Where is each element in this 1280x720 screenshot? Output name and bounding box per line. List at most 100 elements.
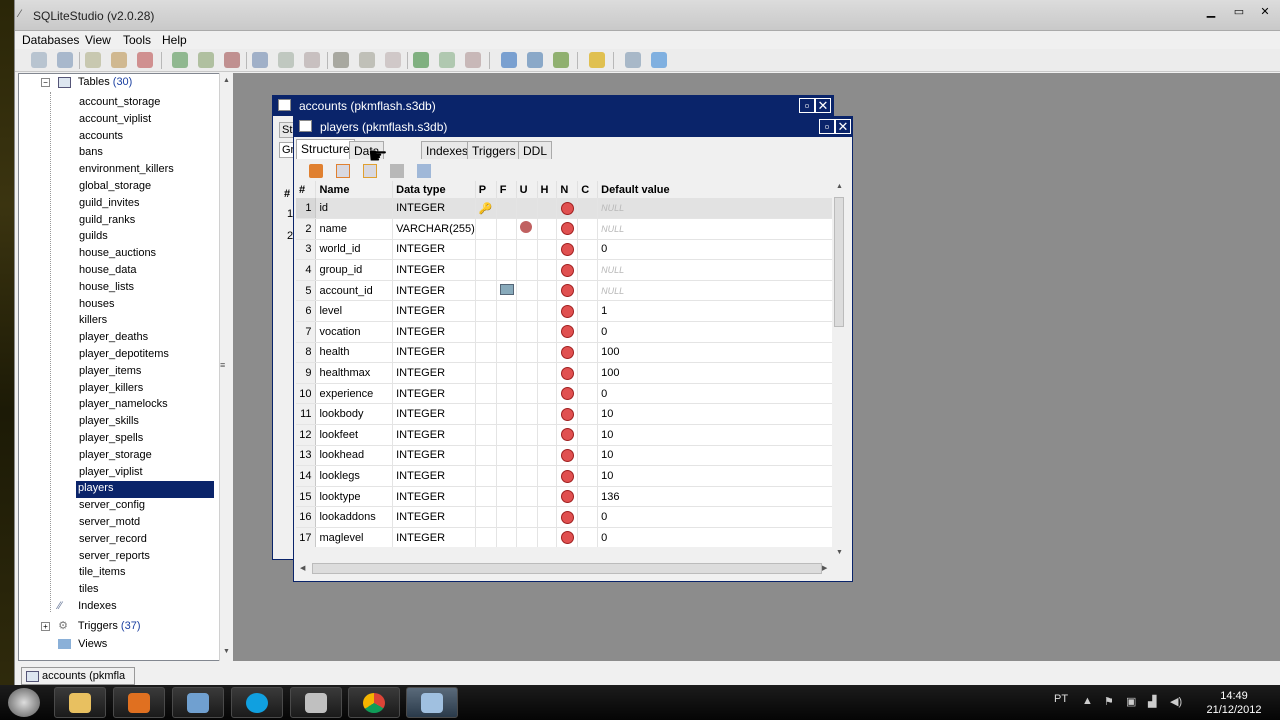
default-value-cell[interactable]: 0 (597, 527, 834, 547)
column-name-cell[interactable]: lookaddons (315, 506, 394, 528)
tree-table-environment-killers[interactable]: environment_killers (77, 162, 176, 179)
column-type-cell[interactable]: INTEGER (392, 506, 476, 528)
grid-vertical-scrollbar[interactable]: ▲ ▼ (832, 181, 848, 561)
unique-cell[interactable] (516, 445, 538, 467)
unique-cell[interactable] (516, 362, 538, 384)
new-index-icon[interactable] (252, 52, 268, 68)
edit-db-icon[interactable] (111, 52, 127, 68)
col-header-check[interactable]: H (537, 181, 558, 198)
check-cell[interactable] (537, 321, 558, 343)
column-name-cell[interactable]: vocation (315, 321, 394, 343)
tree-table-houses[interactable]: houses (77, 297, 116, 314)
column-type-cell[interactable]: INTEGER (392, 424, 476, 446)
menu-help[interactable]: Help (162, 33, 187, 47)
tree-table-house-data[interactable]: house_data (77, 263, 139, 280)
about-icon[interactable] (651, 52, 667, 68)
column-type-cell[interactable]: INTEGER (392, 486, 476, 508)
scroll-down-arrow-icon[interactable]: ▼ (223, 648, 230, 655)
unique-cell[interactable] (516, 383, 538, 405)
sql-editor-icon[interactable] (589, 52, 605, 68)
unique-cell[interactable] (516, 342, 538, 364)
export-icon[interactable] (553, 52, 569, 68)
collate-cell[interactable] (577, 198, 599, 220)
column-type-cell[interactable]: INTEGER (392, 239, 476, 261)
column-type-cell[interactable]: INTEGER (392, 280, 476, 302)
not-null-cell[interactable] (556, 383, 579, 405)
collate-cell[interactable] (577, 321, 599, 343)
tree-table-server-config[interactable]: server_config (77, 498, 147, 515)
accounts-window-caption[interactable]: accounts (pkmflash.s3db) ▫ ✕ (273, 96, 833, 116)
column-name-cell[interactable]: health (315, 342, 394, 364)
not-null-cell[interactable] (556, 321, 579, 343)
collate-cell[interactable] (577, 280, 599, 302)
foreign-key-cell[interactable] (496, 280, 517, 302)
column-type-cell[interactable]: INTEGER (392, 383, 476, 405)
tray-network-icon[interactable]: ▟ (1148, 695, 1160, 708)
column-row[interactable]: 6 level INTEGER 1 (296, 300, 834, 323)
col-header-collate[interactable]: C (577, 181, 599, 198)
tree-table-tile-items[interactable]: tile_items (77, 565, 127, 582)
primary-key-cell[interactable] (475, 403, 497, 426)
row-number[interactable]: 11 (296, 403, 317, 426)
tree-table-server-record[interactable]: server_record (77, 532, 149, 549)
column-type-cell[interactable]: INTEGER (392, 445, 476, 467)
collate-cell[interactable] (577, 300, 599, 323)
system-clock[interactable]: 14:49 21/12/2012 (1196, 689, 1272, 717)
row-number[interactable]: 8 (296, 342, 317, 364)
foreign-key-cell[interactable] (496, 218, 517, 240)
window-task-tab[interactable]: accounts (pkmfla (21, 667, 135, 685)
default-value-cell[interactable]: NULL (597, 218, 834, 240)
window-cascade-icon[interactable] (501, 52, 517, 68)
not-null-cell[interactable] (556, 486, 579, 508)
column-row[interactable]: 8 health INTEGER 100 (296, 342, 834, 364)
check-cell[interactable] (537, 424, 558, 446)
check-cell[interactable] (537, 198, 558, 220)
edit-table-icon[interactable] (198, 52, 214, 68)
default-value-cell[interactable]: NULL (597, 259, 834, 281)
unique-cell[interactable] (516, 527, 538, 547)
col-header-name[interactable]: Name (315, 181, 394, 198)
unique-cell[interactable] (516, 424, 538, 446)
expand-icon[interactable]: + (41, 622, 50, 631)
tree-table-global-storage[interactable]: global_storage (77, 179, 153, 196)
not-null-cell[interactable] (556, 259, 579, 281)
tray-flag-icon[interactable]: ⚑ (1104, 695, 1116, 708)
foreign-key-cell[interactable] (496, 259, 517, 281)
column-type-cell[interactable]: INTEGER (392, 321, 476, 343)
collate-cell[interactable] (577, 362, 599, 384)
primary-key-cell[interactable] (475, 527, 497, 547)
check-cell[interactable] (537, 218, 558, 240)
check-cell[interactable] (537, 506, 558, 528)
row-number[interactable]: 3 (296, 239, 317, 261)
collate-cell[interactable] (577, 342, 599, 364)
default-value-cell[interactable]: NULL (597, 198, 834, 220)
scroll-up-arrow-icon[interactable]: ▲ (836, 183, 843, 190)
unique-cell[interactable] (516, 198, 538, 220)
primary-key-cell[interactable] (475, 486, 497, 508)
scroll-down-arrow-icon[interactable]: ▼ (836, 549, 843, 556)
primary-key-cell[interactable] (475, 259, 497, 281)
taskbar-network-button[interactable] (172, 687, 224, 718)
foreign-key-cell[interactable] (496, 527, 517, 547)
menu-tools[interactable]: Tools (123, 33, 151, 47)
collate-cell[interactable] (577, 218, 599, 240)
column-name-cell[interactable]: account_id (315, 280, 394, 302)
tray-device-icon[interactable]: ▣ (1126, 695, 1138, 708)
collate-cell[interactable] (577, 239, 599, 261)
tree-table-players[interactable]: players (76, 481, 214, 499)
row-number[interactable]: 1 (296, 198, 317, 220)
unique-cell[interactable] (516, 239, 538, 261)
drop-trigger-icon[interactable] (385, 52, 401, 68)
tree-table-player-spells[interactable]: player_spells (77, 431, 145, 448)
default-value-cell[interactable]: 100 (597, 362, 834, 384)
tree-table-house-auctions[interactable]: house_auctions (77, 246, 158, 263)
check-cell[interactable] (537, 486, 558, 508)
col-header-default[interactable]: Default value (597, 181, 834, 198)
foreign-key-cell[interactable] (496, 239, 517, 261)
row-number[interactable]: 17 (296, 527, 317, 547)
new-trigger-icon[interactable] (333, 52, 349, 68)
settings-icon[interactable] (625, 52, 641, 68)
tree-table-guild-invites[interactable]: guild_invites (77, 196, 142, 213)
collate-cell[interactable] (577, 403, 599, 426)
check-cell[interactable] (537, 259, 558, 281)
